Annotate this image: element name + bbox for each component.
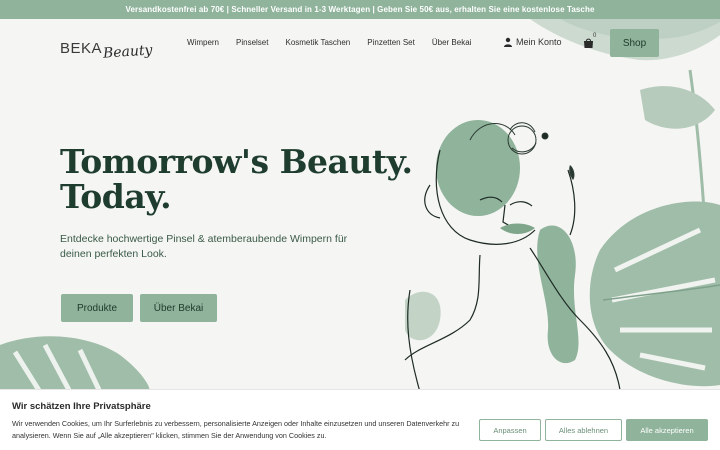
cookie-text: Wir verwenden Cookies, um Ihr Surferlebn… [12, 419, 460, 440]
hero-title: Tomorrow's Beauty. Today. [60, 142, 413, 216]
nav-item-pinselset[interactable]: Pinselset [236, 38, 268, 47]
nav-item-pinzetten-set[interactable]: Pinzetten Set [367, 38, 415, 47]
nav-item-kosmetik-taschen[interactable]: Kosmetik Taschen [285, 38, 350, 47]
main-nav: Wimpern Pinselset Kosmetik Taschen Pinze… [187, 38, 488, 47]
nav-item-wimpern[interactable]: Wimpern [187, 38, 219, 47]
account-link[interactable]: Mein Konto [503, 37, 562, 47]
shop-button[interactable]: Shop [610, 29, 659, 57]
leaf-fragment [640, 86, 715, 129]
hero-title-line-2: Today. [60, 177, 172, 216]
announcement-bar: Versandkostenfrei ab 70€ | Schneller Ver… [0, 0, 720, 19]
cart-count: 0 [593, 33, 597, 39]
cart-button[interactable]: 0 [583, 33, 599, 50]
nav-item-ueber-bekai[interactable]: Über Bekai [432, 38, 472, 47]
hero-title-line-1: Tomorrow's Beauty. [60, 142, 413, 181]
logo-bekai: BEKA [60, 40, 103, 57]
brand-logo[interactable]: BEKA Beauty [60, 31, 153, 62]
account-label: Mein Konto [516, 37, 562, 47]
cookie-banner: Wir schätzen Ihre Privatsphäre Wir verwe… [0, 389, 720, 450]
cookie-title: Wir schätzen Ihre Privatsphäre [12, 401, 151, 412]
site-header: BEKA Beauty Wimpern Pinselset Kosmetik T… [0, 19, 720, 67]
user-icon [504, 37, 512, 47]
monstera-leaf-bottom-left [0, 336, 150, 394]
products-button[interactable]: Produkte [61, 294, 133, 322]
about-button[interactable]: Über Bekai [140, 294, 217, 322]
announcement-text: Versandkostenfrei ab 70€ | Schneller Ver… [125, 5, 595, 14]
cookie-customize-button[interactable]: Anpassen [479, 419, 541, 441]
shoulder-blob [405, 291, 441, 341]
logo-beauty: Beauty [102, 42, 154, 62]
cookie-reject-button[interactable]: Alles ablehnen [545, 419, 622, 441]
hand-blob [537, 225, 579, 364]
lips [500, 223, 535, 234]
cookie-accept-button[interactable]: Alle akzeptieren [626, 419, 708, 441]
hero-subtitle: Entdecke hochwertige Pinsel & atemberaub… [60, 233, 348, 260]
hero-illustration [0, 19, 720, 394]
hair-blob [436, 120, 520, 216]
